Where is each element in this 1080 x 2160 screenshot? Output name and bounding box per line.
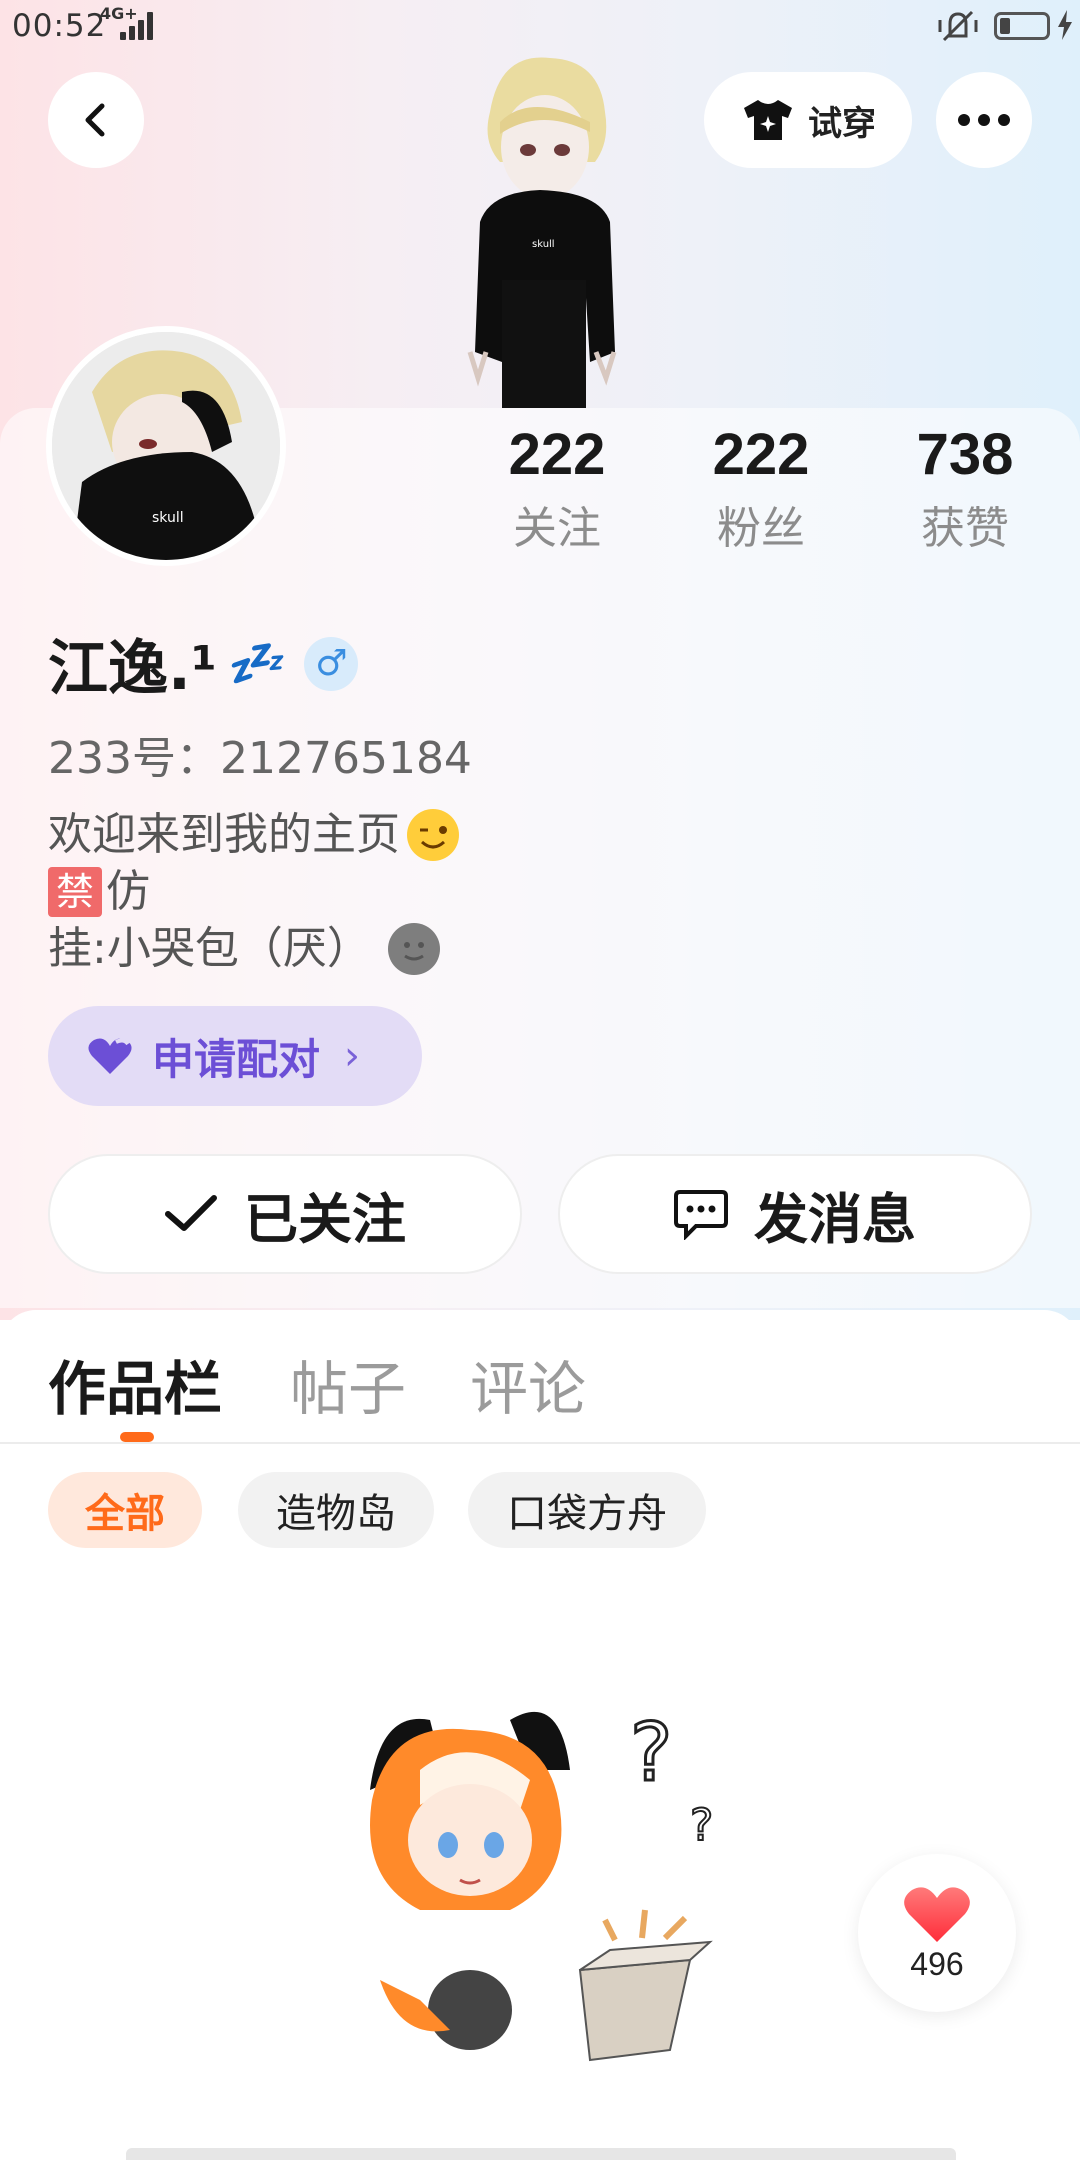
sleep-emoji-icon: 💤	[225, 636, 283, 690]
username-text: 江逸.¹	[48, 634, 218, 704]
tab-works[interactable]: 作品栏	[48, 1342, 222, 1426]
heart-icon	[904, 1886, 970, 1942]
username: 江逸.¹ 💤 ♂	[48, 620, 359, 707]
svg-text:skull: skull	[532, 239, 555, 250]
more-button[interactable]	[936, 72, 1032, 168]
tab-posts[interactable]: 帖子	[290, 1342, 406, 1426]
try-on-button[interactable]: 试穿	[704, 72, 912, 168]
stat-following-count: 222	[508, 422, 606, 487]
bio-line: 挂:小哭包（厌）	[48, 920, 460, 977]
stat-likes-label: 获赞	[921, 503, 1009, 554]
stat-followers-count: 222	[712, 422, 810, 487]
status-time: 00:52	[12, 8, 107, 44]
followed-button[interactable]: 已关注	[48, 1154, 522, 1274]
back-button[interactable]	[48, 72, 144, 168]
bio-line: 禁 仿	[48, 863, 460, 920]
bio-line-2: 仿	[106, 866, 150, 917]
apply-pair-label: 申请配对	[152, 1034, 321, 1084]
battery-icon	[994, 12, 1050, 40]
like-fab-button[interactable]: 496	[858, 1854, 1016, 2012]
check-icon	[165, 1195, 217, 1231]
bio-line: 欢迎来到我的主页	[48, 806, 460, 863]
bio: 欢迎来到我的主页 禁 仿 挂:小哭包（厌）	[48, 806, 460, 977]
stat-likes[interactable]: 738 获赞	[880, 420, 1050, 556]
wink-emoji-icon	[407, 808, 459, 861]
bio-line-1: 欢迎来到我的主页	[48, 809, 400, 860]
status-bar: 00:52 4G+	[0, 0, 1080, 54]
active-tab-indicator	[120, 1432, 154, 1442]
tshirt-icon	[744, 100, 792, 140]
try-on-label: 试穿	[808, 103, 876, 144]
avatar[interactable]: skull	[46, 326, 286, 566]
svg-text:?: ?	[630, 1706, 672, 1799]
chat-bubble-icon	[674, 1190, 728, 1240]
followed-label: 已关注	[244, 1187, 406, 1251]
banner-avatar-character: skull	[467, 57, 617, 408]
divider	[0, 1442, 1080, 1444]
send-message-button[interactable]: 发消息	[558, 1154, 1032, 1274]
chevron-left-icon	[85, 103, 105, 137]
bio-line-3: 挂:小哭包（厌）	[48, 923, 371, 974]
signal-icon	[120, 10, 160, 40]
stat-following-label: 关注	[513, 503, 601, 554]
vibrate-mute-icon	[938, 10, 978, 42]
filter-chip-all[interactable]: 全部	[48, 1472, 202, 1548]
avatar-image: skull	[52, 332, 280, 560]
more-dots-icon	[958, 114, 1010, 126]
ban-tag: 禁	[48, 866, 102, 917]
stat-followers[interactable]: 222 粉丝	[676, 420, 846, 556]
stat-likes-count: 738	[916, 422, 1014, 487]
filter-chip-pocket-ark[interactable]: 口袋方舟	[468, 1472, 706, 1548]
heart-icon	[88, 1038, 132, 1074]
gray-smile-emoji-icon	[387, 922, 440, 975]
like-count: 496	[910, 1945, 964, 1982]
stat-following[interactable]: 222 关注	[472, 420, 642, 556]
empty-state-illustration: ? ?	[370, 1705, 714, 2062]
charging-icon	[1058, 10, 1072, 40]
svg-text:?: ?	[690, 1800, 713, 1851]
svg-text:skull: skull	[152, 510, 184, 526]
tab-comments[interactable]: 评论	[470, 1342, 586, 1426]
user-id: 233号：212765184	[48, 733, 472, 784]
apply-pair-button[interactable]: 申请配对 ›	[48, 1006, 422, 1106]
stat-followers-label: 粉丝	[717, 503, 805, 554]
send-message-label: 发消息	[754, 1187, 916, 1251]
male-gender-icon: ♂	[304, 636, 359, 691]
filter-chip-creation-island[interactable]: 造物岛	[238, 1472, 434, 1548]
bottom-banner-edge	[126, 2148, 956, 2160]
chevron-right-icon: ›	[344, 1033, 361, 1079]
